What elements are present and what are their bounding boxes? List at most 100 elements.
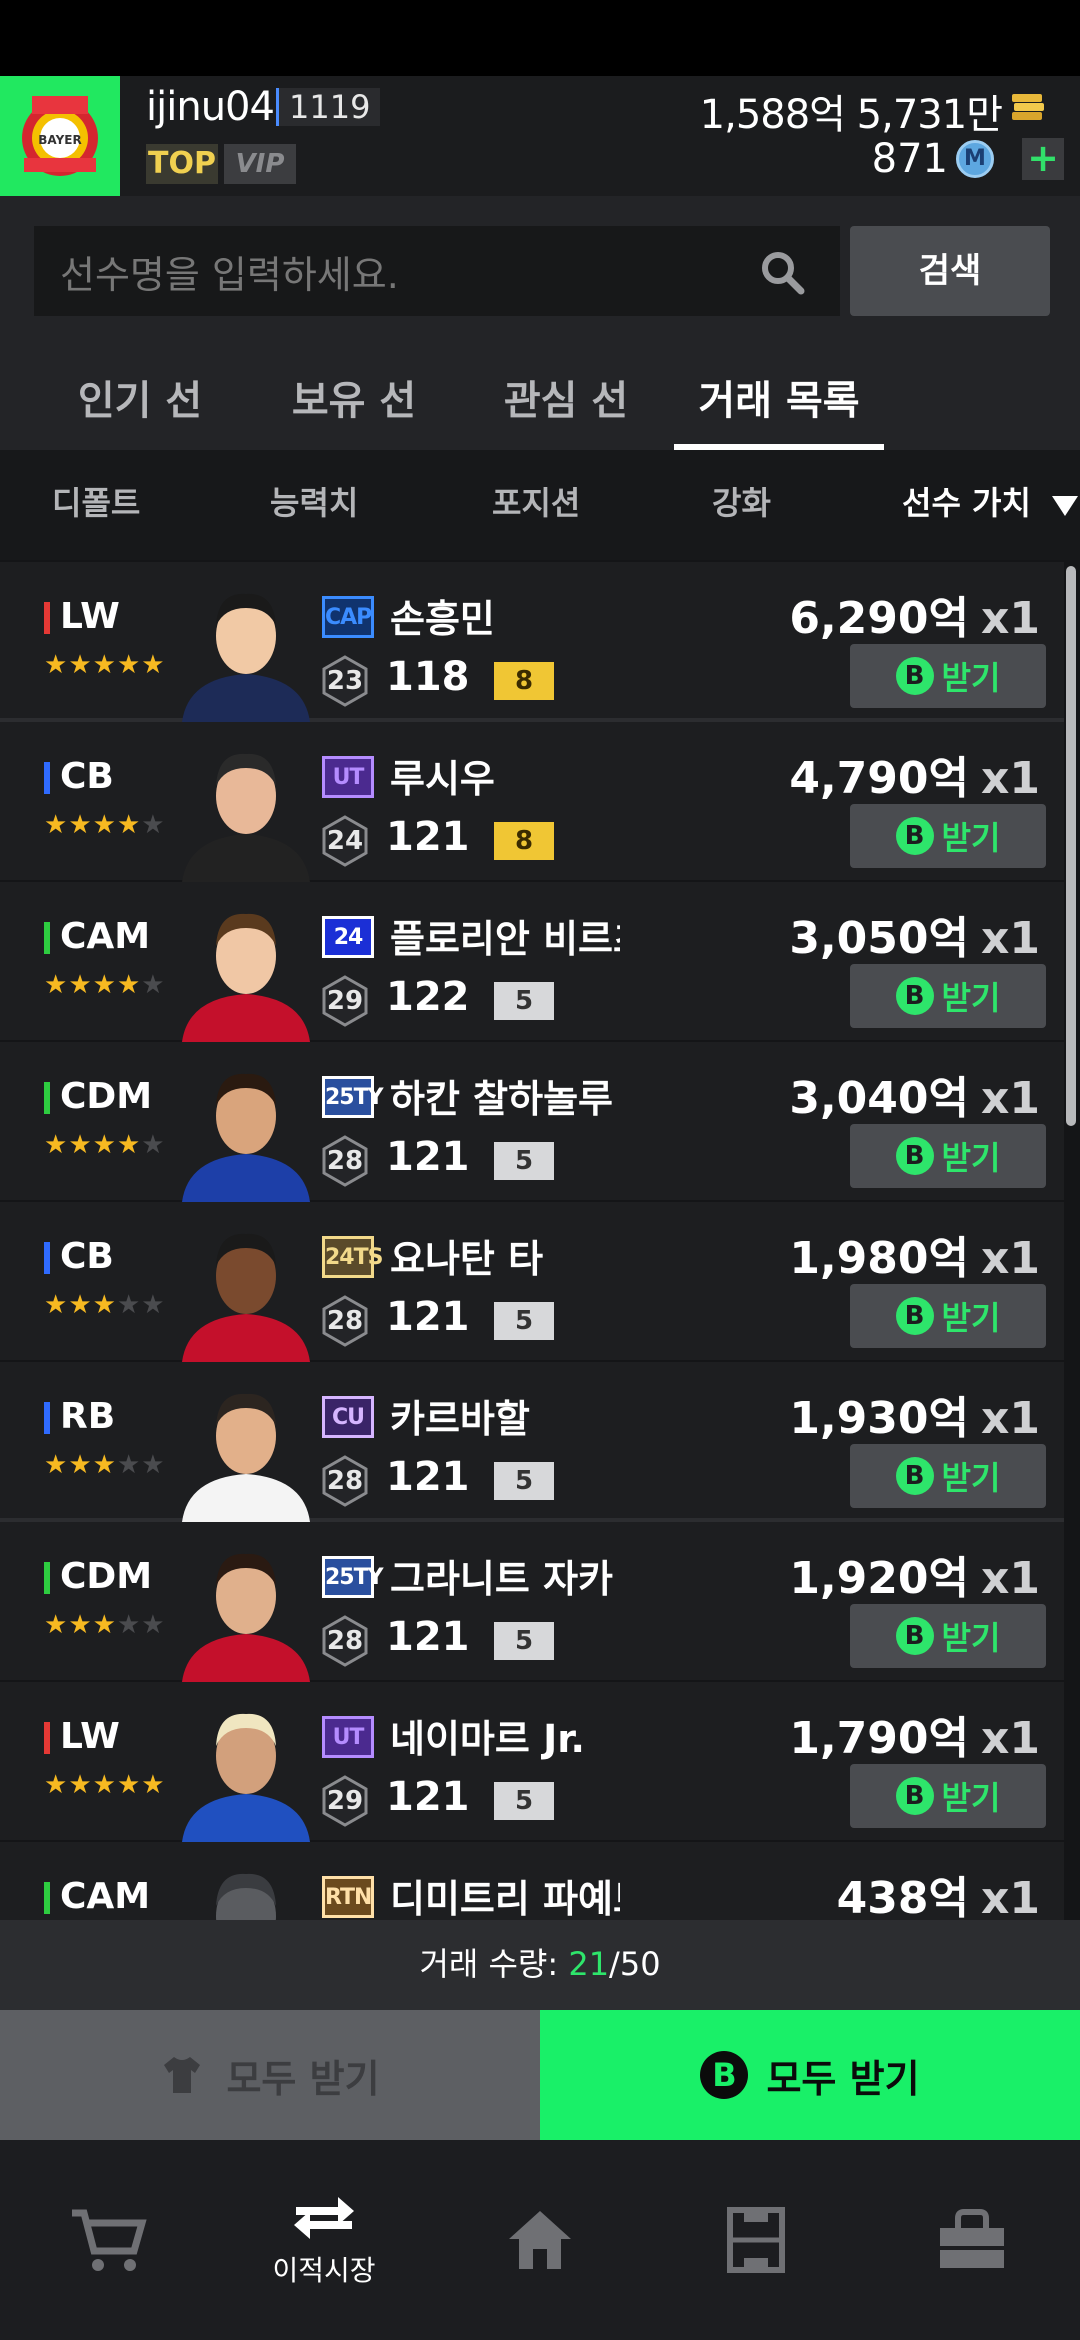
trade-list[interactable]: LW ★★★★★ CAP 23 손흥민 118 8 6,290억 x1 B 받기 CB ★★★★★ UT 2… [0,560,1080,1920]
position-color-bar [44,922,50,954]
star-icon: ★ [44,1290,69,1320]
player-photo [182,1393,310,1522]
player-photo [182,1073,310,1202]
trade-list-item[interactable]: LW ★★★★★ UT 29 네이마르 Jr. 121 5 1,790억 x1 B 받기 [0,1682,1064,1842]
search-button[interactable]: 검색 [850,226,1050,316]
price-quantity: x1 [981,1713,1040,1764]
receive-all-items-button[interactable]: 모두 받기 [0,2010,540,2140]
player-ovr: 121 [386,1774,470,1820]
tab-popular[interactable]: 인기 선수 [62,356,218,514]
price-value: 1,980억 [789,1233,969,1284]
star-icon: ★ [116,650,142,680]
sort-position[interactable]: 포지션 [492,450,580,560]
player-stars: ★★★★★ [44,650,166,680]
player-ovr: 122 [386,974,470,1020]
price-value: 3,050억 [789,913,969,964]
add-mc-button[interactable]: + [1022,138,1064,180]
tab-owned[interactable]: 보유 선수 [276,356,432,514]
tab-bar: 인기 선수 보유 선수 관심 선수 거래 목록 [0,356,1080,514]
price-quantity: x1 [981,913,1040,964]
nav-shop[interactable] [864,2140,1080,2340]
search-area: 선수명을 입력하세요. 검색 인기 선수 보유 선수 관심 선수 거래 목록 [0,196,1080,514]
receive-button[interactable]: B 받기 [850,1124,1046,1188]
receive-button[interactable]: B 받기 [850,964,1046,1028]
price-quantity: x1 [981,1233,1040,1284]
star-icon: ★ [116,970,142,1000]
trade-list-item[interactable]: CDM ★★★★★ 25TY 28 하칸 찰하놀루 121 5 3,040억 x1 B 받기 [0,1042,1064,1202]
sort-dropdown-icon[interactable] [1052,496,1078,516]
club-badge[interactable]: BAYER [0,76,120,196]
enhance-level: 5 [494,1462,554,1500]
player-photo [182,1233,310,1362]
player-ovr: 121 [386,1614,470,1660]
price-value: 1,920억 [789,1553,969,1604]
price-value: 3,040억 [789,1073,969,1124]
player-name: 디미트리 파예트 [390,1877,620,1920]
scrollbar[interactable] [1066,566,1076,1126]
player-photo [182,593,310,722]
trade-list-item[interactable]: RB ★★★★★ CU 28 카르바할 121 5 1,930억 x1 B 받기 [0,1362,1064,1522]
bp-icon: B [895,1457,934,1495]
receive-all-bp-button[interactable]: B 모두 받기 [540,2010,1080,2140]
receive-button[interactable]: B 받기 [850,1444,1046,1508]
svg-text:BAYER: BAYER [38,133,81,147]
m-coin-icon: M [956,140,994,178]
sort-enhance[interactable]: 강화 [712,450,771,560]
bp-balance: 1,588억 5,731만 [699,92,1003,138]
trade-list-item[interactable]: CDM ★★★★★ 25TY 28 그라니트 자카 121 5 1,920억 x1 B 받기 [0,1522,1064,1682]
player-position: CDM [60,1556,153,1597]
trade-list-item[interactable]: CAM RTN 디미트리 파예트 438억 x1 [0,1842,1064,1920]
trade-count-max: /50 [609,1945,661,1983]
tab-interest[interactable]: 관심 선수 [488,356,644,514]
player-stars: ★★★★★ [44,1450,166,1480]
sort-default[interactable]: 디폴트 [52,450,140,560]
star-icon: ★ [44,970,69,1000]
sort-player-value[interactable]: 선수 가치 [902,450,1031,560]
price-quantity: x1 [981,593,1040,644]
bp-icon: B [895,1297,934,1335]
nav-cart[interactable] [0,2140,216,2340]
nav-transfer-market[interactable]: 이적시장 [216,2140,432,2340]
sort-stats[interactable]: 능력치 [270,450,358,560]
player-ovr: 121 [386,1294,470,1340]
mc-balance: 871 [871,136,948,182]
tab-trade-list[interactable]: 거래 목록 [674,356,884,450]
player-stars: ★★★★★ [44,1610,166,1640]
position-color-bar [44,1562,50,1594]
search-input[interactable]: 선수명을 입력하세요. [34,226,840,316]
season-badge: 25TY [322,1556,384,1598]
player-photo [182,1713,310,1842]
bp-icon: B [895,1137,934,1175]
star-icon: ★ [92,650,117,680]
trade-count: 거래 수량: 21/50 [0,1920,1080,2010]
star-icon: ★ [116,1450,142,1480]
player-ovr: 118 [386,654,470,700]
receive-button[interactable]: B 받기 [850,1604,1046,1668]
receive-button[interactable]: B 받기 [850,1764,1046,1828]
enhance-level: 8 [494,822,554,860]
trade-list-item[interactable]: CB ★★★★★ 24TS 28 요나탄 타 121 5 1,980억 x1 B 받기 [0,1202,1064,1362]
receive-all-items-label: 모두 받기 [226,2056,380,2101]
player-ovr: 121 [386,814,470,860]
receive-button[interactable]: B 받기 [850,804,1046,868]
player-position: RB [60,1396,116,1437]
star-icon: ★ [92,1450,117,1480]
trade-list-item[interactable]: CB ★★★★★ UT 24 루시우 121 8 4,790억 x1 B 받기 [0,722,1064,882]
receive-button[interactable]: B 받기 [850,644,1046,708]
trade-list-item[interactable]: LW ★★★★★ CAP 23 손흥민 118 8 6,290억 x1 B 받기 [0,562,1064,722]
trade-list-item[interactable]: CAM★★★★★2429플로리안 비르츠12253,050억x1B받기 [0,882,1064,1042]
sort-bar: 디폴트 능력치 포지션 강화 선수 가치 [0,450,1080,560]
season-badge: CU [322,1396,374,1438]
season-badge: UT [322,756,374,798]
nav-transfer-label: 이적시장 [272,2254,376,2287]
enhance-level: 8 [494,662,554,700]
nav-squad[interactable] [648,2140,864,2340]
nav-home[interactable] [432,2140,648,2340]
search-icon[interactable] [758,248,806,296]
position-color-bar [44,762,50,794]
season-badge: 25TY [322,1076,384,1118]
shop-icon [940,2209,1004,2268]
position-color-bar [44,602,50,634]
receive-button[interactable]: B 받기 [850,1284,1046,1348]
star-icon: ★ [68,1450,93,1480]
